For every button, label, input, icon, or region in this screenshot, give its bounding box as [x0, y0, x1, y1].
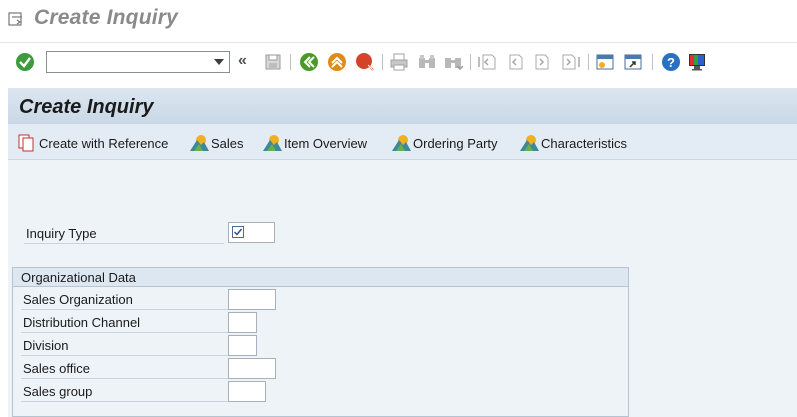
layout-icon[interactable]: [686, 51, 708, 73]
item-overview-button[interactable]: Item Overview: [263, 134, 367, 152]
first-page-icon[interactable]: [476, 51, 498, 73]
organizational-data-group: Organizational Data Sales Organization D…: [12, 267, 629, 417]
window-title: Create Inquiry: [34, 6, 179, 29]
standard-toolbar: « ?: [0, 42, 797, 80]
toolbar-separator: [470, 54, 471, 70]
group-title: Organizational Data: [21, 270, 136, 285]
command-field[interactable]: [46, 51, 230, 73]
distribution-channel-label: Distribution Channel: [23, 315, 141, 330]
double-chevron-icon[interactable]: «: [238, 52, 247, 70]
find-icon[interactable]: [416, 51, 438, 73]
sales-office-row: Sales office: [21, 357, 229, 379]
sales-label: Sales: [211, 135, 244, 151]
toolbar-separator: [290, 54, 291, 70]
create-session-icon[interactable]: [594, 51, 616, 73]
help-icon[interactable]: ?: [660, 51, 682, 73]
create-with-reference-button[interactable]: Create with Reference: [18, 134, 168, 152]
exit-icon[interactable]: [326, 51, 348, 73]
find-next-icon[interactable]: [442, 51, 464, 73]
distribution-channel-input[interactable]: [228, 312, 257, 333]
create-with-reference-label: Create with Reference: [39, 135, 169, 151]
mountain-icon: [190, 135, 209, 151]
division-label: Division: [23, 338, 69, 353]
sales-office-label: Sales office: [23, 361, 90, 376]
next-page-icon[interactable]: [532, 51, 554, 73]
mountain-icon: [263, 135, 282, 151]
window-titlebar: Create Inquiry: [0, 0, 797, 40]
toolbar-separator: [652, 54, 653, 70]
previous-page-icon[interactable]: [504, 51, 526, 73]
toolbar-separator: [588, 54, 589, 70]
shortcut-icon[interactable]: [622, 51, 644, 73]
sales-button[interactable]: Sales: [190, 134, 244, 152]
page-title: Create Inquiry: [19, 96, 154, 118]
characteristics-label: Characteristics: [541, 135, 627, 151]
mountain-icon: [520, 135, 539, 151]
checkbox-icon: [232, 226, 244, 238]
save-icon[interactable]: [262, 51, 284, 73]
ordering-party-button[interactable]: Ordering Party: [392, 134, 498, 152]
ordering-party-label: Ordering Party: [413, 135, 498, 151]
cancel-icon[interactable]: [354, 51, 376, 73]
sales-group-input[interactable]: [228, 381, 266, 402]
enter-icon[interactable]: [14, 51, 36, 73]
mountain-icon: [392, 135, 411, 151]
inquiry-type-label: Inquiry Type: [26, 226, 97, 241]
item-overview-label: Item Overview: [284, 135, 368, 151]
reference-icon: [18, 134, 34, 152]
sales-organization-label: Sales Organization: [23, 292, 133, 307]
distribution-channel-row: Distribution Channel: [21, 311, 229, 333]
back-icon[interactable]: [298, 51, 320, 73]
characteristics-button[interactable]: Characteristics: [520, 134, 627, 152]
menu-icon[interactable]: [8, 11, 24, 27]
svg-text:?: ?: [667, 55, 675, 70]
group-header: Organizational Data: [13, 268, 628, 287]
sales-office-input[interactable]: [228, 358, 276, 379]
last-page-icon[interactable]: [560, 51, 582, 73]
application-toolbar: Create with Reference Sales Item Overvie…: [8, 124, 797, 160]
sales-group-row: Sales group: [21, 380, 229, 402]
sales-group-label: Sales group: [23, 384, 93, 399]
sales-organization-input[interactable]: [228, 289, 276, 310]
chevron-down-icon[interactable]: [214, 59, 224, 65]
inquiry-type-row: Inquiry Type: [24, 222, 224, 244]
screen-header: Create Inquiry: [8, 88, 797, 124]
print-icon[interactable]: [388, 51, 410, 73]
toolbar-separator: [382, 54, 383, 70]
sales-organization-row: Sales Organization: [21, 288, 229, 310]
division-row: Division: [21, 334, 229, 356]
division-input[interactable]: [228, 335, 257, 356]
inquiry-type-input[interactable]: [228, 222, 275, 243]
